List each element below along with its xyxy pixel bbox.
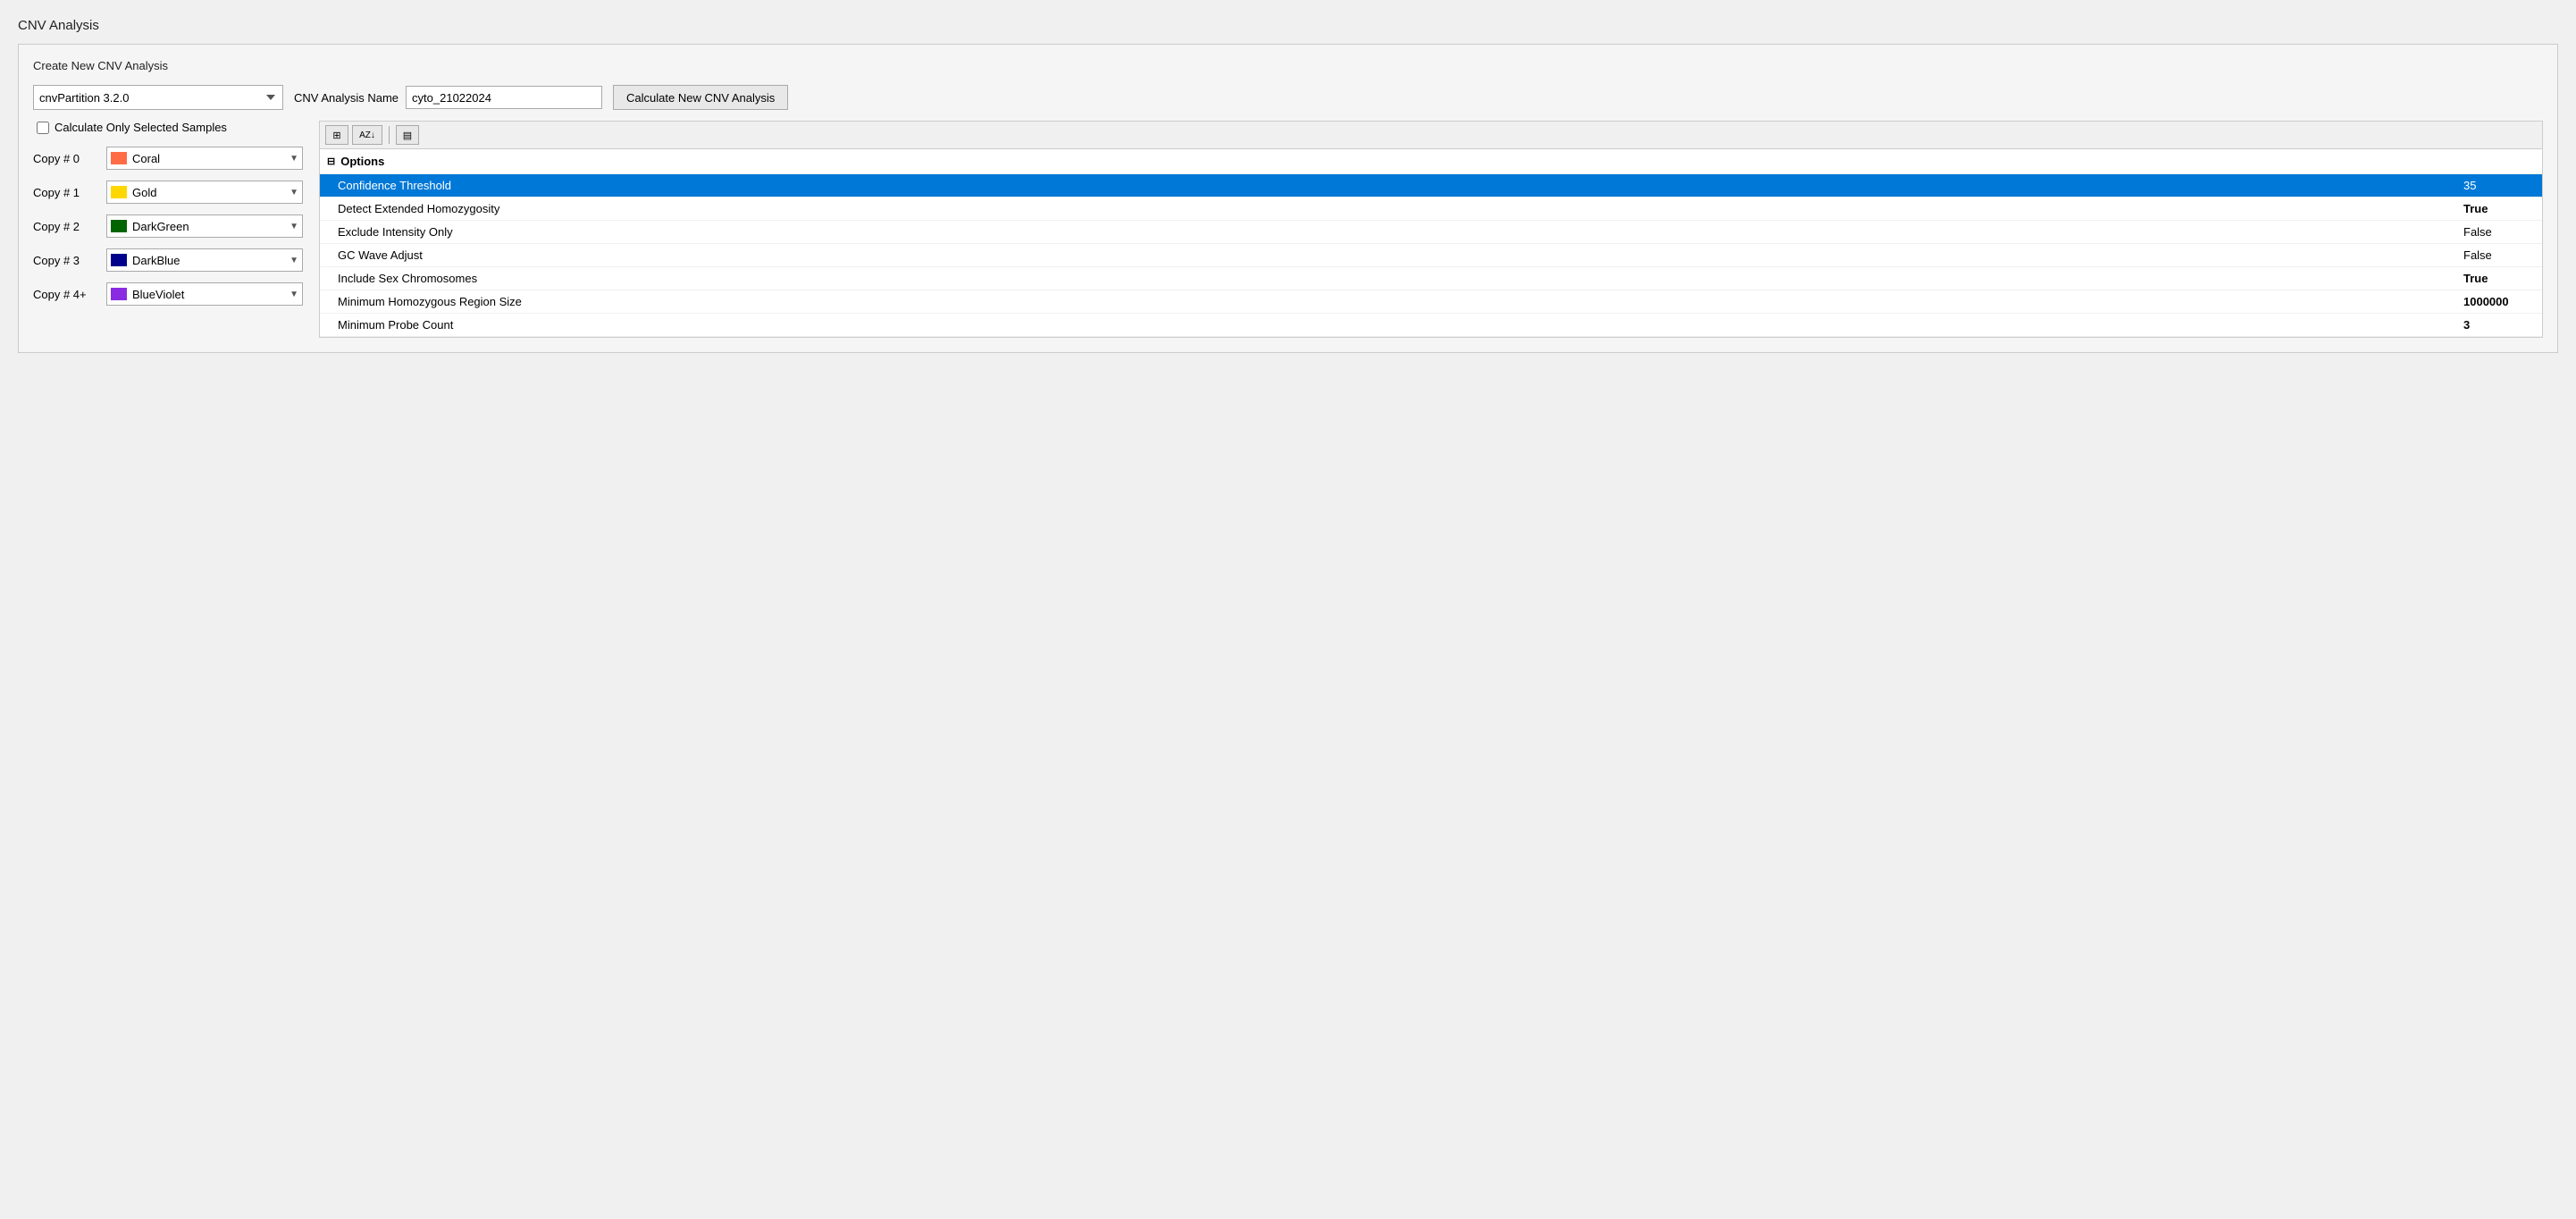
cnv-name-input[interactable]: [406, 86, 602, 109]
copy-row-3: Copy # 3 DarkBlue ▼: [33, 248, 319, 272]
copy-row-4: Copy # 4+ BlueViolet ▼: [33, 282, 319, 306]
option-name-3: GC Wave Adjust: [338, 248, 2463, 262]
color-name-0: Coral: [132, 152, 284, 165]
option-row-1[interactable]: Detect Extended HomozygosityTrue: [320, 198, 2542, 221]
copy-row-1: Copy # 1 Gold ▼: [33, 181, 319, 204]
options-list: Confidence Threshold35Detect Extended Ho…: [320, 174, 2542, 337]
collapse-icon[interactable]: ⊟: [327, 156, 335, 167]
option-row-3[interactable]: GC Wave AdjustFalse: [320, 244, 2542, 267]
copy-row-0: Copy # 0 Coral ▼: [33, 147, 319, 170]
copy-label-2: Copy # 2: [33, 220, 97, 233]
option-name-0: Confidence Threshold: [338, 179, 2463, 192]
option-row-6[interactable]: Minimum Probe Count3: [320, 314, 2542, 337]
top-row: cnvPartition 3.2.0 CNV Analysis Name Cal…: [33, 85, 2543, 110]
panel-title: Create New CNV Analysis: [33, 59, 2543, 72]
option-value-4: True: [2463, 272, 2535, 285]
option-name-4: Include Sex Chromosomes: [338, 272, 2463, 285]
chevron-down-icon-0: ▼: [289, 154, 298, 164]
color-select-2[interactable]: DarkGreen ▼: [106, 214, 303, 238]
cnv-name-row: CNV Analysis Name: [294, 86, 602, 109]
option-row-5[interactable]: Minimum Homozygous Region Size1000000: [320, 290, 2542, 314]
color-swatch-1: [111, 186, 127, 198]
color-swatch-2: [111, 220, 127, 232]
color-select-0[interactable]: Coral ▼: [106, 147, 303, 170]
copy-row-2: Copy # 2 DarkGreen ▼: [33, 214, 319, 238]
toolbar-btn-view[interactable]: ▤: [396, 125, 419, 145]
calculate-selected-checkbox[interactable]: [37, 122, 49, 134]
option-name-1: Detect Extended Homozygosity: [338, 202, 2463, 215]
color-select-4[interactable]: BlueViolet ▼: [106, 282, 303, 306]
checkbox-row: Calculate Only Selected Samples: [33, 121, 319, 134]
color-select-1[interactable]: Gold ▼: [106, 181, 303, 204]
cnv-name-label: CNV Analysis Name: [294, 91, 399, 105]
option-value-2: False: [2463, 225, 2535, 239]
option-row-4[interactable]: Include Sex ChromosomesTrue: [320, 267, 2542, 290]
options-header: ⊟ Options: [320, 149, 2542, 174]
chevron-down-icon-3: ▼: [289, 256, 298, 265]
option-name-2: Exclude Intensity Only: [338, 225, 2463, 239]
window-title: CNV Analysis: [18, 18, 2558, 33]
copy-label-4: Copy # 4+: [33, 288, 97, 301]
option-value-5: 1000000: [2463, 295, 2535, 308]
toolbar-btn-sort[interactable]: AZ↓: [352, 125, 382, 145]
right-panel: ⊞ AZ↓ ▤ ⊟ Options Confidence Threshold35…: [319, 121, 2543, 338]
toolbar-separator: [389, 126, 390, 144]
main-panel: Create New CNV Analysis cnvPartition 3.2…: [18, 44, 2558, 353]
color-swatch-4: [111, 288, 127, 300]
options-title: Options: [340, 155, 384, 168]
color-name-4: BlueViolet: [132, 288, 284, 301]
options-section: ⊟ Options Confidence Threshold35Detect E…: [320, 149, 2542, 337]
color-select-3[interactable]: DarkBlue ▼: [106, 248, 303, 272]
second-row: Calculate Only Selected Samples Copy # 0…: [33, 121, 2543, 338]
copies-container: Copy # 0 Coral ▼ Copy # 1 Gold ▼ Copy # 2 DarkG…: [33, 147, 319, 306]
color-name-3: DarkBlue: [132, 254, 284, 267]
checkbox-label[interactable]: Calculate Only Selected Samples: [55, 121, 227, 134]
color-name-1: Gold: [132, 186, 284, 199]
algorithm-select[interactable]: cnvPartition 3.2.0: [33, 85, 283, 110]
option-row-2[interactable]: Exclude Intensity OnlyFalse: [320, 221, 2542, 244]
chevron-down-icon-2: ▼: [289, 222, 298, 231]
option-value-3: False: [2463, 248, 2535, 262]
left-panel: Calculate Only Selected Samples Copy # 0…: [33, 121, 319, 316]
chevron-down-icon-1: ▼: [289, 188, 298, 198]
copy-label-0: Copy # 0: [33, 152, 97, 165]
option-name-6: Minimum Probe Count: [338, 318, 2463, 332]
copy-label-1: Copy # 1: [33, 186, 97, 199]
color-swatch-3: [111, 254, 127, 266]
color-name-2: DarkGreen: [132, 220, 284, 233]
chevron-down-icon-4: ▼: [289, 290, 298, 299]
color-swatch-0: [111, 152, 127, 164]
option-value-0: 35: [2463, 179, 2535, 192]
option-value-6: 3: [2463, 318, 2535, 332]
copy-label-3: Copy # 3: [33, 254, 97, 267]
calculate-button[interactable]: Calculate New CNV Analysis: [613, 85, 788, 110]
toolbar-btn-grid[interactable]: ⊞: [325, 125, 348, 145]
option-row-0[interactable]: Confidence Threshold35: [320, 174, 2542, 198]
option-name-5: Minimum Homozygous Region Size: [338, 295, 2463, 308]
toolbar-row: ⊞ AZ↓ ▤: [320, 122, 2542, 149]
option-value-1: True: [2463, 202, 2535, 215]
